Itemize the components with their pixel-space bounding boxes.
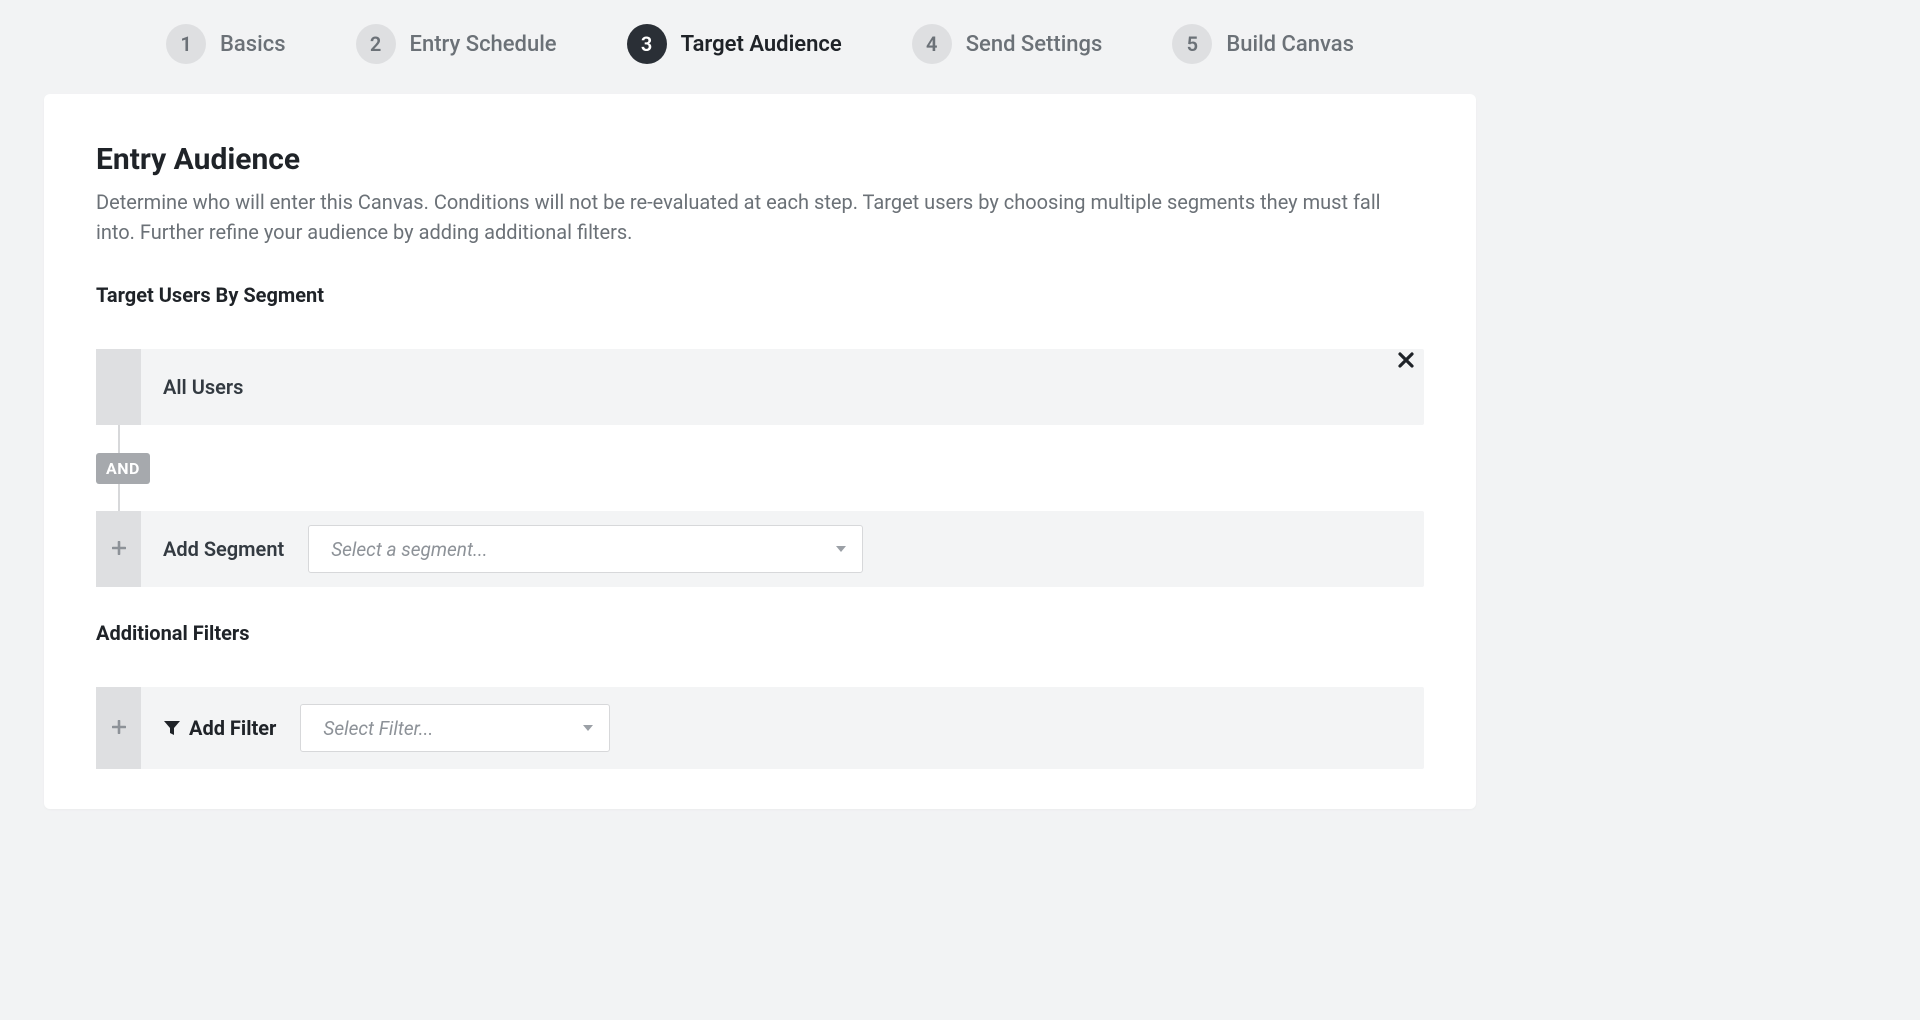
segment-builder: AND All Users Add Segment	[96, 349, 1424, 587]
step-label: Entry Schedule	[410, 32, 557, 57]
add-segment-handle[interactable]	[96, 511, 141, 587]
segment-select[interactable]: Select a segment...	[308, 525, 863, 573]
step-label: Basics	[220, 32, 285, 57]
segment-row-selected: All Users	[96, 349, 1424, 425]
wizard-stepper: 1 Basics 2 Entry Schedule 3 Target Audie…	[0, 0, 1520, 94]
chevron-down-icon	[836, 546, 846, 552]
step-label: Send Settings	[966, 32, 1103, 57]
step-target-audience[interactable]: 3 Target Audience	[627, 24, 842, 64]
add-filter-label: Add Filter	[189, 716, 276, 740]
step-label: Target Audience	[681, 32, 842, 57]
step-number: 1	[166, 24, 206, 64]
step-number: 5	[1172, 24, 1212, 64]
step-entry-schedule[interactable]: 2 Entry Schedule	[356, 24, 557, 64]
step-build-canvas[interactable]: 5 Build Canvas	[1172, 24, 1354, 64]
add-filter-label-group: Add Filter	[163, 716, 276, 740]
add-filter-handle[interactable]	[96, 687, 141, 769]
content-card: Entry Audience Determine who will enter …	[44, 94, 1476, 809]
step-number: 4	[912, 24, 952, 64]
step-number: 2	[356, 24, 396, 64]
page-description: Determine who will enter this Canvas. Co…	[96, 187, 1416, 247]
page-title: Entry Audience	[96, 142, 1424, 177]
segment-row-add: Add Segment Select a segment...	[96, 511, 1424, 587]
step-send-settings[interactable]: 4 Send Settings	[912, 24, 1103, 64]
filter-row-add: Add Filter Select Filter...	[96, 687, 1424, 769]
segment-select-placeholder: Select a segment...	[331, 538, 487, 561]
add-segment-label: Add Segment	[163, 537, 284, 561]
segment-drag-handle[interactable]	[96, 349, 141, 425]
join-operator-badge: AND	[96, 453, 150, 484]
filters-heading: Additional Filters	[96, 621, 1424, 645]
step-label: Build Canvas	[1226, 32, 1354, 57]
plus-icon	[112, 539, 126, 560]
funnel-icon	[163, 719, 181, 737]
segment-name: All Users	[163, 375, 243, 399]
segments-heading: Target Users By Segment	[96, 283, 1424, 307]
step-basics[interactable]: 1 Basics	[166, 24, 285, 64]
filter-select[interactable]: Select Filter...	[300, 704, 610, 752]
plus-icon	[112, 718, 126, 739]
close-icon	[1398, 349, 1414, 374]
remove-segment-button[interactable]	[1388, 349, 1424, 374]
chevron-down-icon	[583, 725, 593, 731]
filter-select-placeholder: Select Filter...	[323, 717, 433, 740]
step-number: 3	[627, 24, 667, 64]
